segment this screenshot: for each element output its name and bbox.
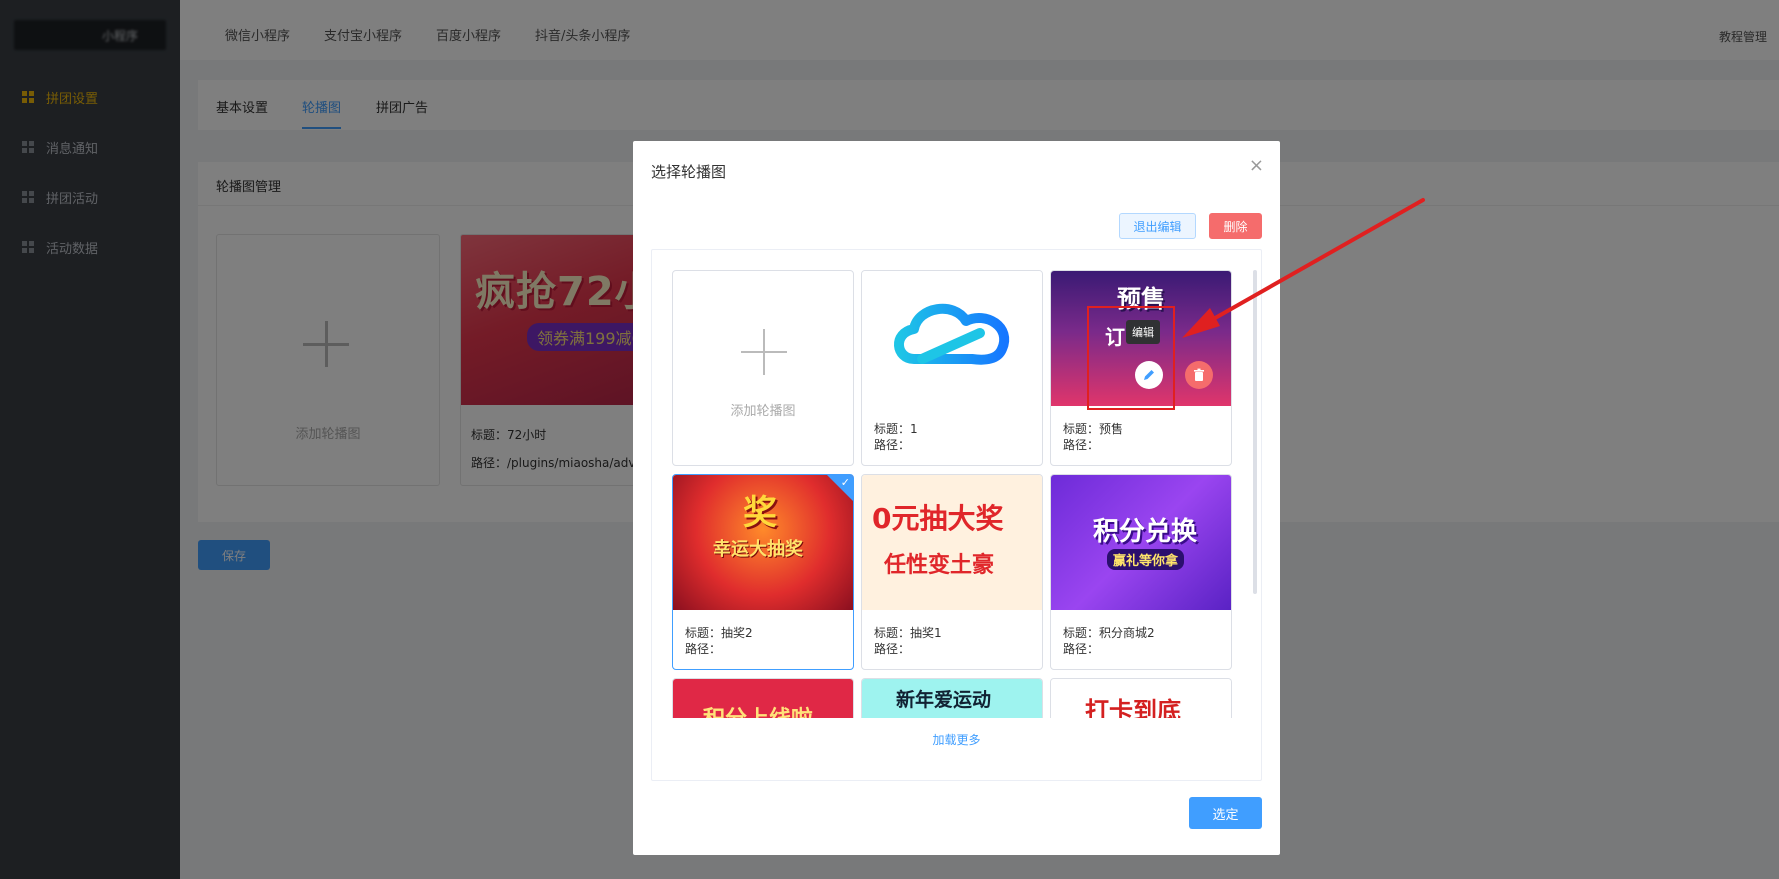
banner-subtext: 任性变土豪	[884, 553, 995, 578]
card-title: 标题：积分商城2	[1063, 626, 1155, 640]
confirm-select-button[interactable]: 选定	[1189, 797, 1262, 829]
card-title: 标题：抽奖2	[685, 626, 753, 640]
edit-button[interactable]	[1135, 361, 1163, 389]
card-title: 标题：1	[874, 422, 918, 436]
banner-text: 0元抽大奖	[872, 502, 1004, 535]
banner-subtext: 奖	[743, 493, 777, 533]
plus-icon	[741, 329, 787, 375]
banner-text: 新年爱运动	[896, 689, 992, 711]
carousel-card-points[interactable]: 积分兑换 赢礼等你拿 标题：积分商城2 路径：	[1050, 474, 1232, 670]
banner-image	[862, 271, 1042, 406]
card-path: 路径：	[1063, 438, 1100, 452]
banner-image: 新年爱运动	[862, 679, 1042, 718]
banner-image: 打卡到底	[1051, 679, 1231, 718]
card-path: 路径：	[874, 642, 911, 656]
banner-image: 奖 幸运大抽奖	[673, 475, 853, 610]
card-path: 路径：	[874, 438, 911, 452]
pencil-icon	[1144, 370, 1154, 380]
banner-image: 0元抽大奖 任性变土豪	[862, 475, 1042, 610]
carousel-card[interactable]: 标题：1 路径：	[861, 270, 1043, 466]
banner-subtext: 订	[1105, 325, 1125, 349]
edit-tooltip: 编辑	[1126, 320, 1160, 344]
banner-subtext: 赢礼等你拿	[1107, 549, 1185, 570]
dialog-title: 选择轮播图	[651, 163, 727, 181]
banner-text: 打卡到底	[1085, 697, 1181, 718]
image-library: 添加轮播图 标题：1 路径： 预售 订 标题：预售 路径： 奖 幸运大抽奖 ✓ …	[651, 249, 1262, 781]
delete-card-button[interactable]	[1185, 361, 1213, 389]
banner-text: 积分兑换	[1093, 517, 1198, 547]
add-carousel-tile[interactable]: 添加轮播图	[672, 270, 854, 466]
banner-image: 积分上线啦	[673, 679, 853, 718]
card-title: 标题：抽奖1	[874, 626, 942, 640]
banner-text: 预售	[1117, 285, 1165, 313]
banner-text: 幸运大抽奖	[713, 539, 803, 560]
card-path: 路径：	[685, 642, 722, 656]
delete-button[interactable]: 删除	[1209, 213, 1262, 239]
carousel-card[interactable]: 新年爱运动	[861, 678, 1043, 718]
banner-text: 积分上线啦	[703, 701, 813, 718]
banner-image: 积分兑换 赢礼等你拿	[1051, 475, 1231, 610]
exit-edit-button[interactable]: 退出编辑	[1119, 213, 1196, 239]
scrollbar[interactable]	[1253, 270, 1257, 594]
add-carousel-label: 添加轮播图	[730, 404, 796, 419]
card-title: 标题：预售	[1063, 422, 1124, 436]
carousel-card-lottery1[interactable]: 0元抽大奖 任性变土豪 标题：抽奖1 路径：	[861, 474, 1043, 670]
cloud-icon	[894, 303, 1010, 365]
load-more-link[interactable]: 加载更多	[633, 731, 1280, 748]
close-icon[interactable]: ×	[1249, 157, 1264, 175]
trash-icon	[1194, 368, 1204, 381]
check-icon: ✓	[827, 475, 853, 501]
carousel-card-lottery2[interactable]: 奖 幸运大抽奖 ✓ 标题：抽奖2 路径：	[672, 474, 854, 670]
carousel-card[interactable]: 打卡到底	[1050, 678, 1232, 718]
card-path: 路径：	[1063, 642, 1100, 656]
carousel-card[interactable]: 积分上线啦	[672, 678, 854, 718]
select-carousel-dialog: 选择轮播图 × 退出编辑 删除 添加轮播图 标题：1 路径： 预售 订 标题：预…	[633, 141, 1280, 855]
